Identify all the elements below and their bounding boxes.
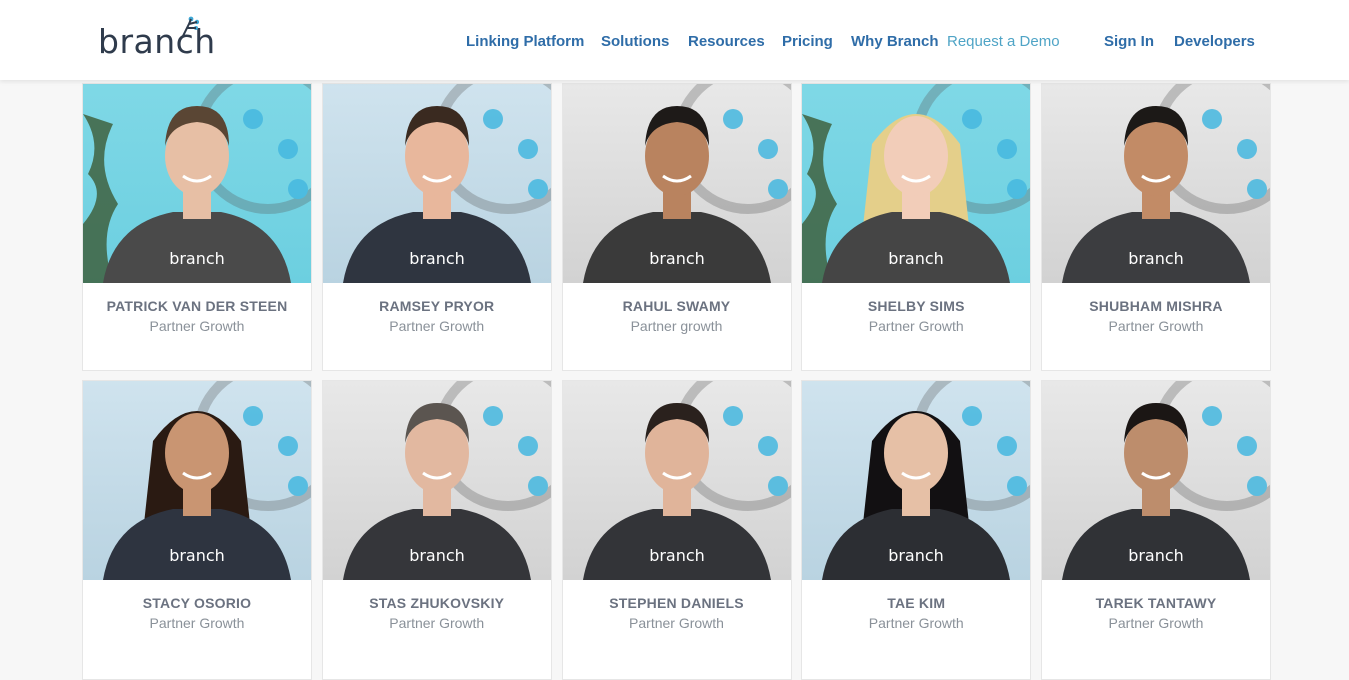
shirt-logo-text: branch xyxy=(888,546,944,565)
shirt-logo-text: branch xyxy=(169,546,225,565)
team-member-photo: branch xyxy=(562,381,791,580)
team-member-role: Partner Growth xyxy=(149,615,245,631)
shirt-logo-text: branch xyxy=(169,249,225,268)
team-member-role: Partner growth xyxy=(630,318,723,334)
team-member-card[interactable]: branch SHELBY SIMS Partner Growth xyxy=(801,83,1032,371)
team-member-photo: branch xyxy=(322,381,551,580)
main-nav: Linking Platform Solutions Resources Pri… xyxy=(0,0,1349,80)
team-member-photo: branch xyxy=(322,84,551,283)
team-member-name: STEPHEN DANIELS xyxy=(609,595,744,611)
team-member-photo: branch xyxy=(802,381,1031,580)
team-member-name: PATRICK VAN DER STEEN xyxy=(106,298,288,314)
nav-request-demo[interactable]: Request a Demo xyxy=(947,33,1060,50)
team-member-name: RAMSEY PRYOR xyxy=(379,298,495,314)
team-member-card[interactable]: branch TAE KIM Partner Growth xyxy=(801,380,1032,680)
team-member-card[interactable]: branch RAHUL SWAMY Partner growth xyxy=(561,83,792,371)
shirt-logo-text: branch xyxy=(888,249,944,268)
team-member-card[interactable]: branch PATRICK VAN DER STEEN Partner Growt… xyxy=(82,83,312,371)
team-member-role: Partner Growth xyxy=(868,318,964,334)
team-member-role: Partner Growth xyxy=(389,615,485,631)
nav-resources[interactable]: Resources xyxy=(688,33,765,50)
nav-developers[interactable]: Developers xyxy=(1174,33,1255,50)
nav-pricing[interactable]: Pricing xyxy=(782,33,833,50)
nav-sign-in[interactable]: Sign In xyxy=(1104,33,1154,50)
nav-why-branch[interactable]: Why Branch xyxy=(851,33,939,50)
team-member-name: TAREK TANTAWY xyxy=(1095,595,1217,611)
team-member-name: SHUBHAM MISHRA xyxy=(1089,298,1223,314)
shirt-logo-text: branch xyxy=(649,546,705,565)
team-member-name: SHELBY SIMS xyxy=(867,298,965,314)
team-member-role: Partner Growth xyxy=(868,615,964,631)
shirt-logo-text: branch xyxy=(1128,546,1184,565)
team-member-role: Partner Growth xyxy=(1108,318,1204,334)
team-member-card[interactable]: branch TAREK TANTAWY Partner Growth xyxy=(1041,380,1271,680)
team-member-card[interactable]: branch STEPHEN DANIELS Partner Growth xyxy=(561,380,792,680)
team-member-photo: branch xyxy=(802,84,1031,283)
shirt-logo-text: branch xyxy=(1128,249,1184,268)
team-member-role: Partner Growth xyxy=(389,318,485,334)
team-member-photo: branch xyxy=(1042,84,1270,283)
team-member-name: TAE KIM xyxy=(887,595,946,611)
shirt-logo-text: branch xyxy=(409,546,465,565)
team-member-photo: branch xyxy=(83,84,311,283)
team-member-name: STACY OSORIO xyxy=(142,595,252,611)
team-member-card[interactable]: branch RAMSEY PRYOR Partner Growth xyxy=(321,83,552,371)
team-member-photo: branch xyxy=(562,84,791,283)
shirt-logo-text: branch xyxy=(649,249,705,268)
team-member-card[interactable]: branch SHUBHAM MISHRA Partner Growth xyxy=(1041,83,1271,371)
team-member-card[interactable]: branch STAS ZHUKOVSKIY Partner Growth xyxy=(321,380,552,680)
nav-linking-platform[interactable]: Linking Platform xyxy=(466,33,584,50)
nav-solutions[interactable]: Solutions xyxy=(601,33,669,50)
top-navigation-bar: branch Linking Platform Solutions Resour… xyxy=(0,0,1349,80)
team-member-name: STAS ZHUKOVSKIY xyxy=(369,595,505,611)
shirt-logo-text: branch xyxy=(409,249,465,268)
team-member-card[interactable]: branch STACY OSORIO Partner Growth xyxy=(82,380,312,680)
team-member-name: RAHUL SWAMY xyxy=(622,298,731,314)
team-member-photo: branch xyxy=(83,381,311,580)
team-member-role: Partner Growth xyxy=(149,318,245,334)
team-member-photo: branch xyxy=(1042,381,1270,580)
team-member-role: Partner Growth xyxy=(629,615,724,631)
team-member-role: Partner Growth xyxy=(1108,615,1204,631)
